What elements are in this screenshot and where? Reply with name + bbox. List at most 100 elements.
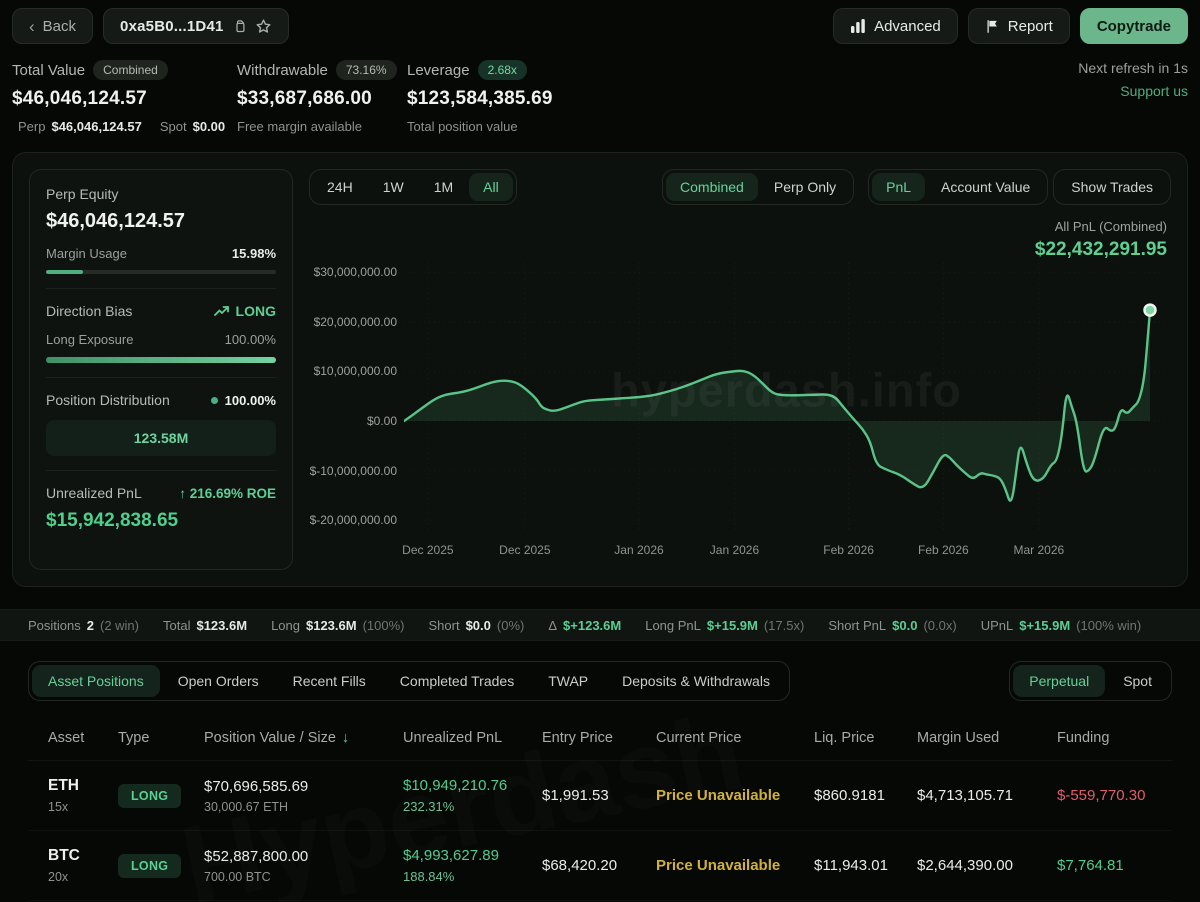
col-header-entry-price[interactable]: Entry Price xyxy=(542,730,656,746)
positions-summary-bar: Positions2(2 win)Total$123.6MLong$123.6M… xyxy=(0,609,1200,641)
star-icon[interactable] xyxy=(255,18,272,35)
view-group: PnLAccount Value xyxy=(868,169,1048,205)
copytrade-button[interactable]: Copytrade xyxy=(1080,8,1188,44)
long-exposure-pct: 100.00% xyxy=(225,332,276,347)
unrealized-pnl-section: Unrealized PnL ↑ 216.69% ROE $15,942,838… xyxy=(46,470,276,546)
app-root: ‹ Back 0xa5B0...1D41 Advanced xyxy=(0,0,1200,901)
chart-panel: 24H1W1MAll CombinedPerp Only PnLAccount Va… xyxy=(293,169,1171,570)
col-header-margin-used[interactable]: Margin Used xyxy=(917,730,1057,746)
toggle-spot[interactable]: Spot xyxy=(1107,665,1168,697)
positions-stat-total: Total$123.6M xyxy=(163,618,247,633)
col-header-asset[interactable]: Asset xyxy=(48,730,118,746)
col-header-current-price[interactable]: Current Price xyxy=(656,730,814,746)
support-us-link[interactable]: Support us xyxy=(1078,83,1188,99)
distribution-dot-icon xyxy=(211,397,218,404)
advanced-button[interactable]: Advanced xyxy=(833,8,958,44)
leverage-value: $123,584,385.69 xyxy=(407,88,553,110)
withdrawable-value: $33,687,686.00 xyxy=(237,88,395,110)
equity-chart-card: Perp Equity $46,046,124.57 Margin Usage … xyxy=(12,152,1188,587)
account-summary: Total Value Combined $46,046,124.57 Perp… xyxy=(0,44,1200,134)
copytrade-label: Copytrade xyxy=(1097,18,1171,35)
wallet-address-pill[interactable]: 0xa5B0...1D41 xyxy=(103,8,289,44)
range-group: 24H1W1MAll xyxy=(309,169,517,205)
chart-plot-area[interactable]: hyperdash.info xyxy=(404,263,1169,533)
perp-label: Perp xyxy=(18,119,45,134)
all-pnl-label: All PnL (Combined) xyxy=(1035,219,1167,234)
perp-value: $46,046,124.57 xyxy=(51,119,141,134)
mode-perp-only[interactable]: Perp Only xyxy=(760,173,850,201)
pnl-chart: $30,000,000.00$20,000,000.00$10,000,000.… xyxy=(293,263,1171,583)
wallet-address: 0xa5B0...1D41 xyxy=(120,18,224,35)
range-24h[interactable]: 24H xyxy=(313,173,367,201)
col-header-liq-price[interactable]: Liq. Price xyxy=(814,730,917,746)
view-account-value[interactable]: Account Value xyxy=(927,173,1044,201)
view-pnl[interactable]: PnL xyxy=(872,173,925,201)
next-refresh-text: Next refresh in 1s xyxy=(1078,60,1188,76)
range-1w[interactable]: 1W xyxy=(369,173,418,201)
top-bar: ‹ Back 0xa5B0...1D41 Advanced xyxy=(0,0,1200,44)
x-tick-label: Jan 2026 xyxy=(614,543,663,557)
distribution-pct: 100.00% xyxy=(225,393,276,408)
combined-badge: Combined xyxy=(93,60,168,80)
roe-value: ↑ 216.69% ROE xyxy=(179,486,276,501)
withdrawable-block: Withdrawable 73.16% $33,687,686.00 Free … xyxy=(237,60,395,134)
x-tick-label: Dec 2025 xyxy=(499,543,550,557)
position-row-eth[interactable]: ETH15xLONG$70,696,585.6930,000.67 ETH$10… xyxy=(28,761,1172,831)
chart-end-marker[interactable] xyxy=(1145,305,1156,316)
margin-usage-bar xyxy=(46,270,276,274)
leverage-label: Leverage xyxy=(407,62,470,79)
mode-group: CombinedPerp Only xyxy=(662,169,854,205)
col-header-position-value-size[interactable]: Position Value / Size↓ xyxy=(204,730,403,746)
tab-completed-trades[interactable]: Completed Trades xyxy=(384,665,530,697)
tab-recent-fills[interactable]: Recent Fills xyxy=(277,665,382,697)
sort-desc-icon: ↓ xyxy=(342,730,349,746)
col-header-type[interactable]: Type xyxy=(118,730,204,746)
copy-icon[interactable] xyxy=(232,19,247,34)
perp-equity-value: $46,046,124.57 xyxy=(46,210,276,233)
unrealized-pnl-label: Unrealized PnL xyxy=(46,485,142,501)
margin-usage-pct: 15.98% xyxy=(232,246,276,261)
col-header-unrealized-pnl[interactable]: Unrealized PnL xyxy=(403,730,542,746)
tab-asset-positions[interactable]: Asset Positions xyxy=(32,665,160,697)
withdrawable-pct-badge: 73.16% xyxy=(336,60,397,80)
position-distribution-label: Position Distribution xyxy=(46,392,170,408)
x-tick-label: Jan 2026 xyxy=(710,543,759,557)
positions-stat-long-pnl: Long PnL$+15.9M(17.5x) xyxy=(645,618,804,633)
tab-twap[interactable]: TWAP xyxy=(532,665,604,697)
y-tick-label: $30,000,000.00 xyxy=(314,265,397,279)
leverage-block: Leverage 2.68x $123,584,385.69 Total pos… xyxy=(407,60,553,134)
account-stats-panel: Perp Equity $46,046,124.57 Margin Usage … xyxy=(29,169,293,570)
refresh-block: Next refresh in 1s Support us xyxy=(1078,60,1188,99)
report-button[interactable]: Report xyxy=(968,8,1070,44)
range-all[interactable]: All xyxy=(469,173,513,201)
distribution-amount-box: 123.58M xyxy=(46,420,276,456)
direction-bias-label: Direction Bias xyxy=(46,303,132,319)
table-body: ETH15xLONG$70,696,585.6930,000.67 ETH$10… xyxy=(28,761,1172,901)
y-tick-label: $20,000,000.00 xyxy=(314,315,397,329)
position-distribution-section: Position Distribution 100.00% 123.58M xyxy=(46,377,276,470)
bottom-tabs-row: Asset PositionsOpen OrdersRecent FillsCo… xyxy=(28,661,1172,701)
toggle-perpetual[interactable]: Perpetual xyxy=(1013,665,1105,697)
range-1m[interactable]: 1M xyxy=(420,173,467,201)
x-tick-label: Mar 2026 xyxy=(1013,543,1064,557)
chart-controls: 24H1W1MAll CombinedPerp Only PnLAccount Va… xyxy=(309,169,1171,205)
mode-combined[interactable]: Combined xyxy=(666,173,758,201)
spot-label: Spot xyxy=(160,119,187,134)
x-tick-label: Dec 2025 xyxy=(402,543,453,557)
spot-value: $0.00 xyxy=(193,119,226,134)
tab-open-orders[interactable]: Open Orders xyxy=(162,665,275,697)
positions-table: Hyperdash AssetTypePosition Value / Size… xyxy=(28,715,1172,901)
col-header-funding[interactable]: Funding xyxy=(1057,730,1172,746)
tab-deposits-withdrawals[interactable]: Deposits & Withdrawals xyxy=(606,665,786,697)
back-button[interactable]: ‹ Back xyxy=(12,8,93,44)
position-row-btc[interactable]: BTC20xLONG$52,887,800.00700.00 BTC$4,993… xyxy=(28,831,1172,901)
y-tick-label: $-10,000,000.00 xyxy=(310,464,397,478)
direction-bias-section: Direction Bias LONG Long Exposure 100.00… xyxy=(46,288,276,377)
advanced-label: Advanced xyxy=(874,18,941,35)
flag-icon xyxy=(985,19,1000,34)
long-exposure-bar xyxy=(46,357,276,363)
trend-up-icon xyxy=(214,305,230,317)
positions-tabs: Asset PositionsOpen OrdersRecent FillsCo… xyxy=(28,661,790,701)
show-trades-show-trades[interactable]: Show Trades xyxy=(1057,173,1167,201)
direction-bias-value: LONG xyxy=(236,303,276,319)
